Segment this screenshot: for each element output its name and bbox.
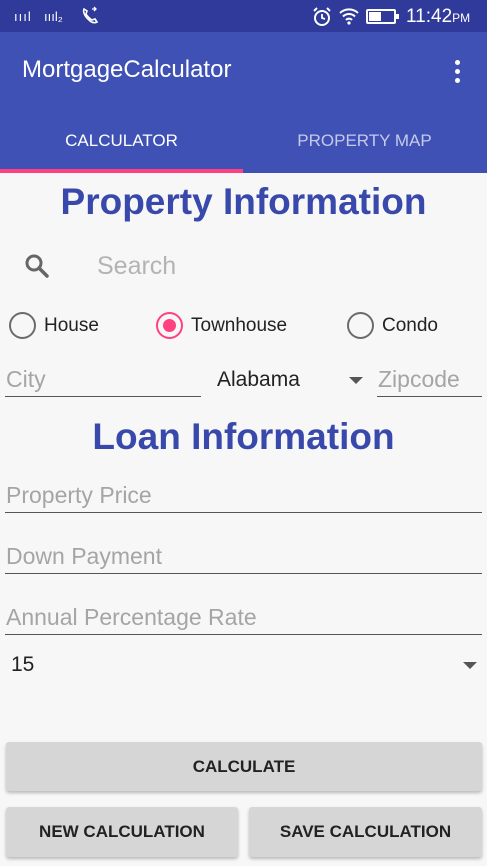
dropdown-arrow-icon — [463, 662, 477, 669]
calculate-button[interactable]: CALCULATE — [6, 742, 482, 791]
apr-field[interactable]: Annual Percentage Rate — [5, 604, 482, 635]
down-payment-placeholder: Down Payment — [6, 543, 162, 569]
property-price-field[interactable]: Property Price — [5, 482, 482, 513]
alarm-icon — [313, 7, 331, 26]
field-underline — [377, 396, 482, 397]
signal-icon: ıııl — [14, 9, 32, 24]
field-underline — [5, 396, 201, 397]
save-calculation-button[interactable]: SAVE CALCULATION — [249, 807, 482, 857]
dropdown-arrow-icon — [349, 377, 363, 384]
state-value: Alabama — [217, 368, 300, 391]
radio-house[interactable]: House — [9, 311, 119, 341]
city-field[interactable]: City — [5, 366, 201, 397]
radio-button[interactable] — [347, 312, 374, 339]
tab-calculator[interactable]: CALCULATOR — [0, 112, 243, 173]
overflow-menu-icon[interactable] — [445, 58, 469, 86]
state-dropdown[interactable]: Alabama — [217, 368, 363, 396]
down-payment-field[interactable]: Down Payment — [5, 543, 482, 574]
tab-bar: CALCULATOR PROPERTY MAP — [0, 112, 487, 173]
loan-term-dropdown[interactable]: 15 — [11, 653, 477, 681]
app-title: MortgageCalculator — [22, 56, 232, 83]
field-underline — [5, 573, 482, 574]
status-bar: ıııl ıııl₂ 11:42PM — [0, 0, 487, 32]
radio-button[interactable] — [156, 312, 183, 339]
field-underline — [5, 634, 482, 635]
radio-label: Condo — [382, 315, 438, 336]
new-calculation-button[interactable]: NEW CALCULATION — [6, 807, 238, 857]
search-icon[interactable] — [24, 253, 50, 279]
city-placeholder: City — [6, 366, 46, 392]
loan-information-heading: Loan Information — [92, 416, 395, 457]
loan-term-value: 15 — [11, 653, 35, 676]
tab-indicator — [0, 169, 243, 173]
signal-sim2-icon: ıııl₂ — [44, 9, 63, 24]
battery-icon — [366, 9, 399, 24]
zipcode-field[interactable]: Zipcode — [377, 366, 482, 397]
property-price-placeholder: Property Price — [6, 482, 152, 508]
tab-property-map[interactable]: PROPERTY MAP — [243, 112, 486, 173]
apr-placeholder: Annual Percentage Rate — [6, 604, 257, 630]
app-bar: MortgageCalculator — [0, 32, 487, 112]
field-underline — [5, 512, 482, 513]
radio-townhouse[interactable]: Townhouse — [156, 311, 306, 341]
radio-button[interactable] — [9, 312, 36, 339]
search-input[interactable]: Search — [97, 252, 176, 281]
wifi-icon — [339, 8, 359, 25]
property-information-heading: Property Information — [60, 181, 427, 222]
radio-condo[interactable]: Condo — [347, 311, 457, 341]
zipcode-placeholder: Zipcode — [378, 366, 460, 392]
radio-label: Townhouse — [191, 315, 288, 336]
radio-label: House — [44, 315, 99, 336]
call-forward-icon — [82, 6, 99, 24]
clock: 11:42PM — [406, 6, 471, 27]
